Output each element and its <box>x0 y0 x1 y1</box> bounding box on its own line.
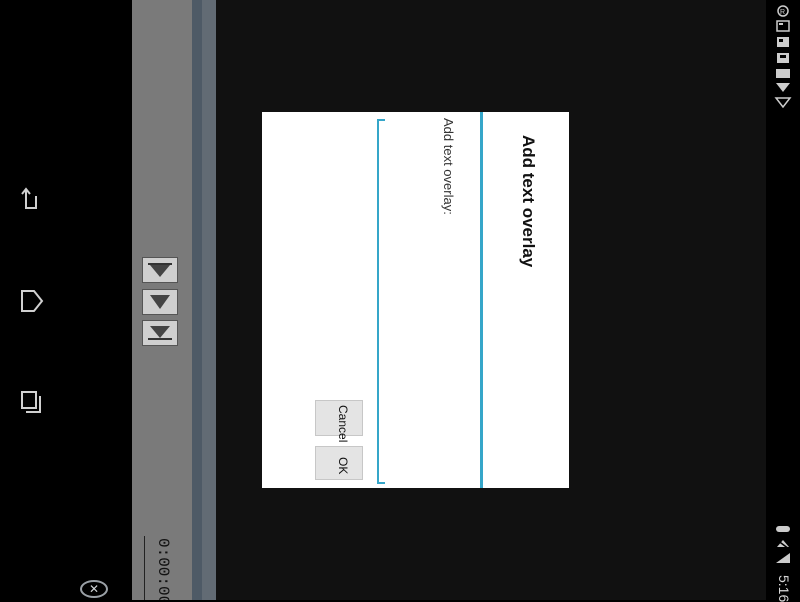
play-down-icon <box>150 295 170 309</box>
home-button[interactable] <box>14 284 48 318</box>
close-icon: ✕ <box>88 582 100 596</box>
timecode-marker <box>144 536 145 600</box>
bluetooth-icon <box>774 523 792 535</box>
text-overlay-input[interactable] <box>377 119 385 484</box>
recent-apps-button[interactable] <box>14 384 48 418</box>
play-button[interactable] <box>142 289 178 315</box>
wifi-icon <box>774 81 792 93</box>
status-clock: 5:16 <box>776 575 792 602</box>
battery-icon <box>774 67 792 79</box>
home-icon <box>21 290 44 312</box>
skip-to-start-icon <box>148 263 172 277</box>
recent-apps-icon <box>21 391 41 413</box>
gallery-icon-2 <box>774 36 792 48</box>
cancel-button[interactable]: Cancel <box>315 400 363 442</box>
network-icon <box>774 552 792 564</box>
download-icon <box>774 52 792 64</box>
mute-icon <box>774 538 792 550</box>
svg-text:R: R <box>780 9 785 16</box>
notification-icon: R <box>774 5 792 17</box>
dialog-title: Add text overlay <box>519 135 538 268</box>
timecode-area: 0:00:00.0 <box>140 530 180 600</box>
cancel-label: Cancel <box>336 405 350 443</box>
ok-label: OK <box>336 457 350 475</box>
close-button[interactable]: ✕ <box>80 580 108 598</box>
skip-to-end-button[interactable] <box>142 320 178 346</box>
field-label: Add text overlay: <box>441 118 456 215</box>
timecode-readout: 0:00:00.0 <box>154 538 172 600</box>
gallery-icon <box>774 20 792 32</box>
panel-edge <box>202 0 216 600</box>
dialog-title-divider <box>480 112 483 488</box>
panel-divider <box>192 0 202 600</box>
ok-button[interactable]: OK <box>315 446 363 480</box>
signal-icon <box>774 96 792 108</box>
skip-to-start-button[interactable] <box>142 257 178 283</box>
skip-to-end-icon <box>148 326 172 340</box>
back-icon <box>21 187 37 209</box>
back-button[interactable] <box>14 182 48 216</box>
